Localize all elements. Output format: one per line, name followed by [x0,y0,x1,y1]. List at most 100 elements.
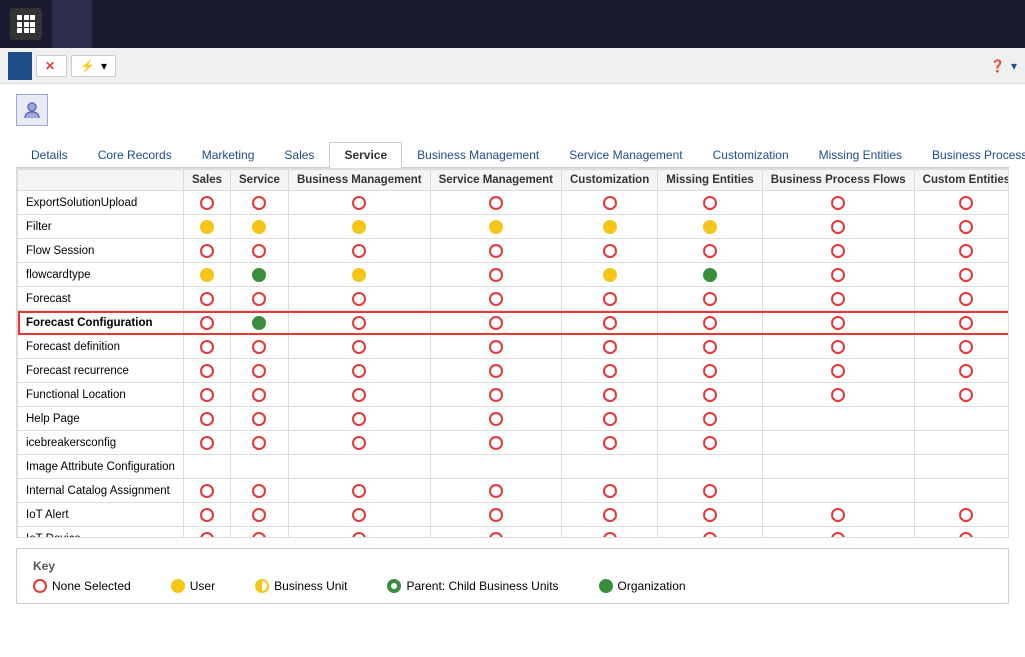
permission-cell[interactable] [288,335,430,359]
table-row[interactable]: ExportSolutionUpload [18,191,1010,215]
permission-cell[interactable] [183,431,230,455]
permission-cell[interactable] [288,407,430,431]
table-row[interactable]: Forecast [18,287,1010,311]
permission-cell[interactable] [288,431,430,455]
permission-cell[interactable] [430,527,561,539]
permission-cell[interactable] [914,503,1009,527]
tab-marketing[interactable]: Marketing [187,142,270,167]
help-button[interactable]: ❓ ▾ [990,59,1017,73]
permission-cell[interactable] [183,191,230,215]
close-button[interactable]: ✕ [36,55,67,77]
permission-cell[interactable] [288,383,430,407]
permission-cell[interactable] [658,215,763,239]
permission-cell[interactable] [430,215,561,239]
permission-cell[interactable] [562,359,658,383]
permission-cell[interactable] [231,311,289,335]
table-row[interactable]: Functional Location [18,383,1010,407]
permission-cell[interactable] [183,527,230,539]
permission-cell[interactable] [231,527,289,539]
permission-cell[interactable] [914,311,1009,335]
tab-service[interactable]: Service [329,142,402,168]
permission-cell[interactable] [562,287,658,311]
permission-cell[interactable] [562,455,658,479]
permission-cell[interactable] [231,239,289,263]
permission-cell[interactable] [762,479,914,503]
permission-cell[interactable] [762,359,914,383]
permission-cell[interactable] [762,407,914,431]
table-row[interactable]: flowcardtype [18,263,1010,287]
permission-cell[interactable] [658,479,763,503]
table-row[interactable]: Internal Catalog Assignment [18,479,1010,503]
permission-cell[interactable] [762,287,914,311]
permission-cell[interactable] [562,527,658,539]
permission-cell[interactable] [183,503,230,527]
permission-cell[interactable] [430,191,561,215]
permission-cell[interactable] [914,335,1009,359]
table-row[interactable]: icebreakersconfig [18,431,1010,455]
permission-cell[interactable] [658,191,763,215]
permission-cell[interactable] [288,263,430,287]
permission-cell[interactable] [231,287,289,311]
permission-cell[interactable] [183,455,230,479]
permission-cell[interactable] [430,407,561,431]
permission-cell[interactable] [562,479,658,503]
permission-cell[interactable] [288,479,430,503]
permission-cell[interactable] [914,431,1009,455]
permission-cell[interactable] [562,335,658,359]
permission-cell[interactable] [430,431,561,455]
permission-cell[interactable] [231,407,289,431]
table-row[interactable]: IoT Device [18,527,1010,539]
permission-cell[interactable] [762,527,914,539]
permission-cell[interactable] [914,191,1009,215]
permission-cell[interactable] [762,311,914,335]
permission-cell[interactable] [183,335,230,359]
permission-cell[interactable] [430,335,561,359]
tab-sales[interactable]: Sales [269,142,329,167]
permission-cell[interactable] [762,383,914,407]
permission-cell[interactable] [658,407,763,431]
permission-cell[interactable] [914,239,1009,263]
permission-cell[interactable] [914,383,1009,407]
permission-cell[interactable] [183,407,230,431]
permission-cell[interactable] [762,503,914,527]
permission-cell[interactable] [430,263,561,287]
permission-cell[interactable] [658,311,763,335]
permission-cell[interactable] [231,455,289,479]
tab-service-management[interactable]: Service Management [554,142,697,167]
permission-cell[interactable] [430,239,561,263]
permission-cell[interactable] [231,479,289,503]
permission-cell[interactable] [562,503,658,527]
permission-cell[interactable] [183,215,230,239]
permission-cell[interactable] [658,287,763,311]
permission-cell[interactable] [288,359,430,383]
permission-cell[interactable] [430,479,561,503]
table-row[interactable]: Forecast Configuration [18,311,1010,335]
permission-cell[interactable] [562,239,658,263]
permission-cell[interactable] [183,383,230,407]
permission-cell[interactable] [562,311,658,335]
actions-button[interactable]: ⚡ ▾ [71,55,116,77]
permission-cell[interactable] [430,503,561,527]
permission-cell[interactable] [288,527,430,539]
permission-cell[interactable] [914,527,1009,539]
permission-cell[interactable] [430,287,561,311]
permission-cell[interactable] [562,191,658,215]
tab-business-process-flows[interactable]: Business Process Flows [917,142,1025,167]
permission-cell[interactable] [914,215,1009,239]
permission-cell[interactable] [762,455,914,479]
permission-cell[interactable] [288,215,430,239]
permission-cell[interactable] [562,263,658,287]
tab-core-records[interactable]: Core Records [83,142,187,167]
permission-cell[interactable] [762,191,914,215]
permission-cell[interactable] [658,335,763,359]
permission-cell[interactable] [183,311,230,335]
permission-cell[interactable] [430,359,561,383]
file-button[interactable] [8,52,32,80]
app-grid-icon[interactable] [10,8,42,40]
permission-cell[interactable] [562,215,658,239]
permission-cell[interactable] [762,239,914,263]
permission-cell[interactable] [430,383,561,407]
permission-cell[interactable] [231,215,289,239]
table-row[interactable]: Flow Session [18,239,1010,263]
permission-cell[interactable] [762,335,914,359]
